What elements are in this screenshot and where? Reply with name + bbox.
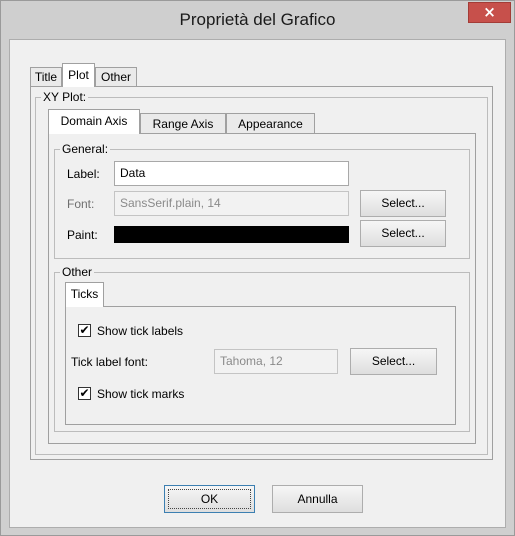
tab-domain-axis[interactable]: Domain Axis (48, 109, 140, 134)
tab-range-axis[interactable]: Range Axis (140, 113, 226, 133)
font-caption: Font: (67, 197, 95, 211)
show-tick-labels-checkbox[interactable]: ✔ (78, 324, 91, 337)
font-select-button[interactable]: Select... (360, 190, 446, 217)
focus-rectangle (168, 489, 251, 509)
tab-other[interactable]: Other (95, 67, 137, 86)
plot-tab-panel: XY Plot: Domain Axis Range Axis Appearan… (30, 86, 493, 460)
cancel-button[interactable]: Annulla (272, 485, 363, 513)
xy-plot-group-title: XY Plot: (41, 90, 89, 104)
tab-ticks[interactable]: Ticks (65, 282, 104, 307)
tick-label-font-caption: Tick label font: (71, 355, 148, 369)
window-title: Proprietà del Grafico (179, 10, 336, 29)
domain-axis-panel: General: Label: Data Font: SansSerif.pla… (48, 133, 476, 444)
show-tick-marks-checkbox[interactable]: ✔ (78, 387, 91, 400)
tick-label-font-select-button[interactable]: Select... (350, 348, 437, 375)
show-tick-marks-label: Show tick marks (97, 387, 185, 401)
tick-label-font-field: Tahoma, 12 (214, 349, 338, 374)
tab-plot[interactable]: Plot (62, 63, 95, 87)
other-group-title: Other (60, 265, 95, 279)
close-button[interactable]: × (468, 2, 511, 23)
label-caption: Label: (67, 167, 100, 181)
tab-appearance[interactable]: Appearance (226, 113, 315, 133)
show-tick-labels-label: Show tick labels (97, 324, 184, 338)
label-input[interactable]: Data (114, 161, 349, 186)
close-icon: × (483, 3, 496, 21)
paint-color-swatch[interactable] (114, 226, 349, 243)
paint-caption: Paint: (67, 228, 98, 242)
checkmark-icon: ✔ (79, 323, 90, 337)
dialog-window: Proprietà del Grafico × Title Plot Other… (0, 0, 515, 536)
tab-title[interactable]: Title (30, 67, 62, 86)
checkmark-icon: ✔ (79, 386, 90, 400)
ticks-panel: ✔ Show tick labels Tick label font: Taho… (65, 306, 456, 425)
general-group-title: General: (60, 142, 111, 156)
ok-button[interactable]: OK (164, 485, 255, 513)
title-bar[interactable]: Proprietà del Grafico × (1, 1, 514, 39)
dialog-client-area: Title Plot Other XY Plot: Domain Axis Ra… (9, 39, 506, 528)
font-field: SansSerif.plain, 14 (114, 191, 349, 216)
paint-select-button[interactable]: Select... (360, 220, 446, 247)
